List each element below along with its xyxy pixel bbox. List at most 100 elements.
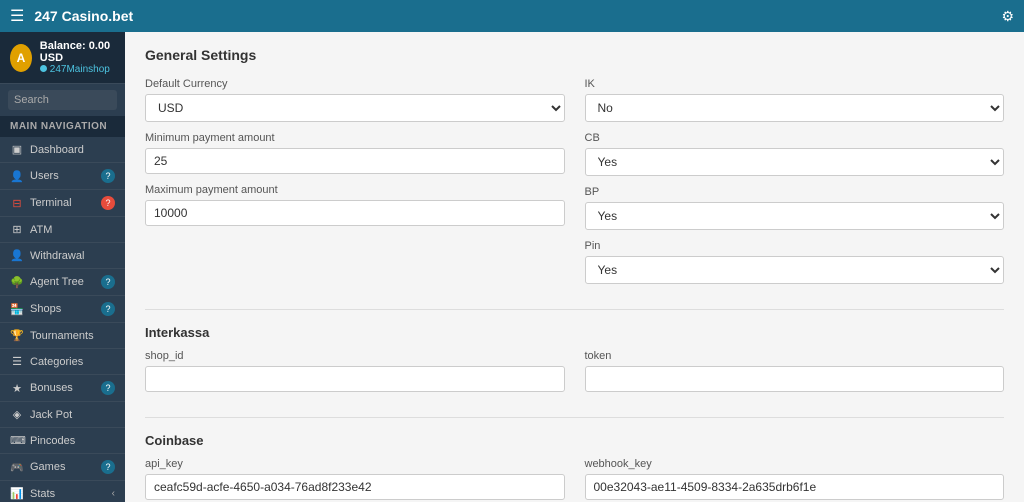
max-payment-label: Maximum payment amount xyxy=(145,184,565,196)
api-key-label: api_key xyxy=(145,458,565,470)
shop-id-group: shop_id xyxy=(145,350,565,392)
divider-2 xyxy=(145,417,1004,418)
sidebar-item-label: Stats xyxy=(30,488,55,500)
sidebar-item-terminal[interactable]: ⊟ Terminal ? xyxy=(0,190,125,217)
pin-group: Pin Yes No xyxy=(585,240,1005,284)
sidebar-item-label: Withdrawal xyxy=(30,250,84,262)
main-content: General Settings Default Currency USD EU… xyxy=(125,32,1024,502)
interkassa-title: Interkassa xyxy=(145,325,1004,340)
sidebar-item-jackpot[interactable]: ◈ Jack Pot xyxy=(0,402,125,428)
sidebar-item-label: Games xyxy=(30,461,65,473)
dashboard-icon: ▣ xyxy=(10,143,24,156)
avatar: A xyxy=(10,44,32,72)
sidebar: A Balance: 0.00 USD 247Mainshop MAIN NAV… xyxy=(0,32,125,502)
token-group: token xyxy=(585,350,1005,392)
sidebar-item-dashboard[interactable]: ▣ Dashboard xyxy=(0,137,125,163)
webhook-key-input[interactable] xyxy=(585,474,1005,500)
sidebar-item-label: Terminal xyxy=(30,197,72,209)
hamburger-icon[interactable]: ☰ xyxy=(10,6,24,26)
sidebar-item-stats[interactable]: 📊 Stats ‹ xyxy=(0,481,125,502)
right-col: IK No Yes CB Yes No BP Yes xyxy=(585,78,1005,294)
sidebar-item-label: Users xyxy=(30,170,59,182)
sidebar-item-agent-tree[interactable]: 🌳 Agent Tree ? xyxy=(0,269,125,296)
default-currency-group: Default Currency USD EUR GBP BTC xyxy=(145,78,565,122)
shop-id-input[interactable] xyxy=(145,366,565,392)
tournaments-icon: 🏆 xyxy=(10,329,24,342)
bp-select[interactable]: Yes No xyxy=(585,202,1005,230)
sidebar-item-atm[interactable]: ⊞ ATM xyxy=(0,217,125,243)
topbar-right: ⚙ xyxy=(1001,8,1014,25)
atm-icon: ⊞ xyxy=(10,223,24,236)
cb-select[interactable]: Yes No xyxy=(585,148,1005,176)
sidebar-item-withdrawal[interactable]: 👤 Withdrawal xyxy=(0,243,125,269)
pin-select[interactable]: Yes No xyxy=(585,256,1005,284)
api-key-input[interactable] xyxy=(145,474,565,500)
token-input[interactable] xyxy=(585,366,1005,392)
settings-icon[interactable]: ⚙ xyxy=(1001,8,1014,25)
bonuses-icon: ★ xyxy=(10,382,24,395)
agent-tree-icon: 🌳 xyxy=(10,276,24,289)
ik-select[interactable]: No Yes xyxy=(585,94,1005,122)
min-payment-label: Minimum payment amount xyxy=(145,132,565,144)
jackpot-icon: ◈ xyxy=(10,408,24,421)
layout: A Balance: 0.00 USD 247Mainshop MAIN NAV… xyxy=(0,32,1024,502)
min-payment-group: Minimum payment amount xyxy=(145,132,565,174)
token-label: token xyxy=(585,350,1005,362)
nav-title: MAIN NAVIGATION xyxy=(0,116,125,137)
users-icon: 👤 xyxy=(10,170,24,183)
sidebar-item-categories[interactable]: ☰ Categories xyxy=(0,349,125,375)
sidebar-shop: 247Mainshop xyxy=(40,64,115,75)
cb-group: CB Yes No xyxy=(585,132,1005,176)
topbar: ☰ 247 Casino.bet ⚙ xyxy=(0,0,1024,32)
categories-icon: ☰ xyxy=(10,355,24,368)
coinbase-grid: api_key webhook_key xyxy=(145,458,1004,502)
sidebar-item-bonuses[interactable]: ★ Bonuses ? xyxy=(0,375,125,402)
webhook-key-group: webhook_key xyxy=(585,458,1005,500)
sidebar-item-label: Pincodes xyxy=(30,435,75,447)
shop-id-label: shop_id xyxy=(145,350,565,362)
sidebar-item-label: ATM xyxy=(30,224,52,236)
sidebar-user-section: A Balance: 0.00 USD 247Mainshop xyxy=(0,32,125,84)
games-badge: ? xyxy=(101,460,115,474)
bp-group: BP Yes No xyxy=(585,186,1005,230)
stats-chevron-icon: ‹ xyxy=(112,488,115,499)
sidebar-item-shops[interactable]: 🏪 Shops ? xyxy=(0,296,125,323)
default-currency-label: Default Currency xyxy=(145,78,565,90)
default-currency-select[interactable]: USD EUR GBP BTC xyxy=(145,94,565,122)
games-icon: 🎮 xyxy=(10,461,24,474)
coinbase-title: Coinbase xyxy=(145,433,1004,448)
stats-icon: 📊 xyxy=(10,487,24,500)
sidebar-item-users[interactable]: 👤 Users ? xyxy=(0,163,125,190)
max-payment-group: Maximum payment amount xyxy=(145,184,565,226)
webhook-key-label: webhook_key xyxy=(585,458,1005,470)
shops-badge: ? xyxy=(101,302,115,316)
min-payment-input[interactable] xyxy=(145,148,565,174)
sidebar-item-label: Tournaments xyxy=(30,330,94,342)
sidebar-item-label: Dashboard xyxy=(30,144,84,156)
interkassa-grid: shop_id token xyxy=(145,350,1004,402)
max-payment-input[interactable] xyxy=(145,200,565,226)
terminal-badge: ? xyxy=(101,196,115,210)
sidebar-item-games[interactable]: 🎮 Games ? xyxy=(0,454,125,481)
sidebar-item-label: Jack Pot xyxy=(30,409,72,421)
sidebar-item-label: Categories xyxy=(30,356,83,368)
general-settings-title: General Settings xyxy=(145,47,1004,63)
agent-tree-badge: ? xyxy=(101,275,115,289)
search-input[interactable] xyxy=(8,90,117,110)
general-settings-grid: Default Currency USD EUR GBP BTC Minimum… xyxy=(145,78,1004,294)
shop-dot-icon xyxy=(40,65,47,72)
ik-group: IK No Yes xyxy=(585,78,1005,122)
pin-label: Pin xyxy=(585,240,1005,252)
topbar-left: ☰ 247 Casino.bet xyxy=(10,6,133,26)
users-badge: ? xyxy=(101,169,115,183)
bonuses-badge: ? xyxy=(101,381,115,395)
api-key-group: api_key xyxy=(145,458,565,500)
ik-label: IK xyxy=(585,78,1005,90)
sidebar-item-tournaments[interactable]: 🏆 Tournaments xyxy=(0,323,125,349)
bp-label: BP xyxy=(585,186,1005,198)
shops-icon: 🏪 xyxy=(10,303,24,316)
sidebar-search-section xyxy=(0,84,125,116)
sidebar-item-pincodes[interactable]: ⌨ Pincodes xyxy=(0,428,125,454)
sidebar-item-label: Shops xyxy=(30,303,61,315)
left-col: Default Currency USD EUR GBP BTC Minimum… xyxy=(145,78,565,294)
